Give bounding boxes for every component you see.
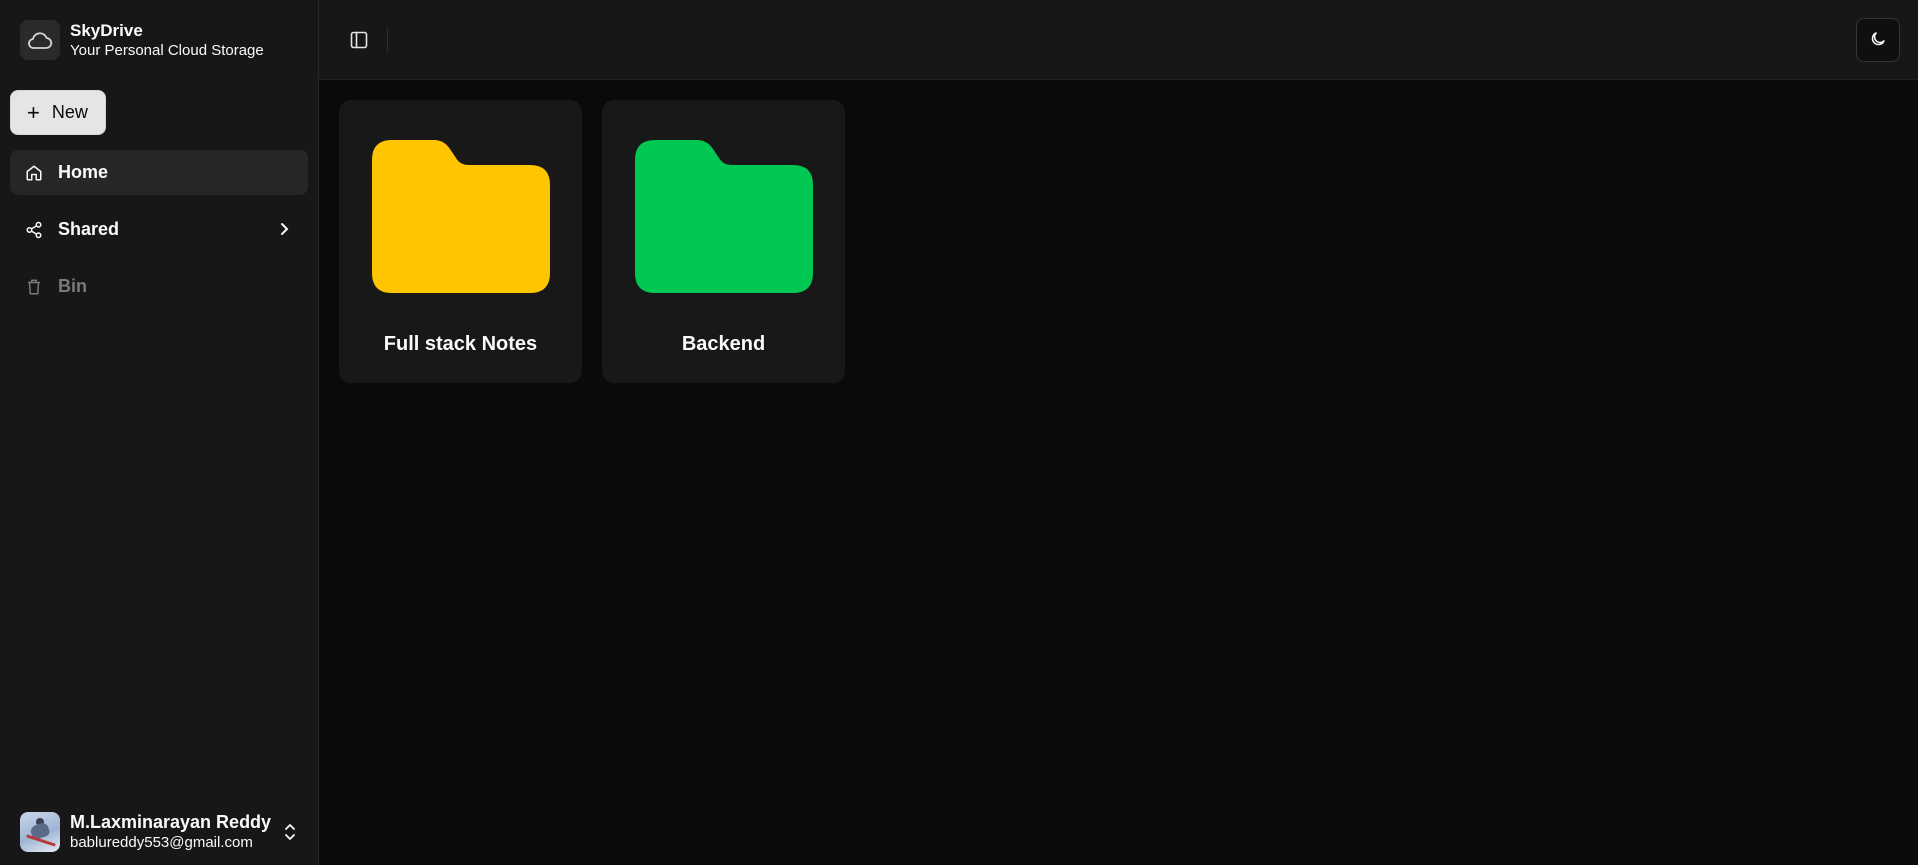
folder-grid: Full stack Notes Backend — [319, 80, 1918, 403]
chevron-right-icon — [276, 220, 292, 243]
moon-icon — [1869, 30, 1887, 51]
sidebar-nav: Home Shared Bin — [0, 150, 318, 321]
folder-card[interactable]: Full stack Notes — [339, 100, 582, 383]
brand[interactable]: SkyDrive Your Personal Cloud Storage — [0, 0, 318, 80]
sidebar-toggle-icon[interactable] — [343, 24, 375, 56]
new-button[interactable]: + New — [10, 90, 106, 135]
sidebar-item-home[interactable]: Home — [10, 150, 308, 195]
sidebar-item-label: Bin — [58, 276, 87, 296]
topbar — [319, 0, 1918, 80]
topbar-divider — [387, 27, 388, 52]
theme-toggle-button[interactable] — [1856, 18, 1900, 62]
new-button-label: New — [51, 102, 88, 122]
trash-icon — [24, 277, 44, 297]
folder-name: Backend — [681, 333, 766, 355]
main-area: Full stack Notes Backend — [319, 0, 1918, 865]
user-email: bablureddy553@gmail.com — [70, 833, 253, 851]
share-icon — [24, 220, 44, 240]
folder-icon — [634, 140, 813, 293]
sidebar-item-shared[interactable]: Shared — [10, 207, 308, 252]
avatar — [20, 812, 60, 852]
folder-icon — [371, 140, 550, 293]
chevrons-up-down-icon[interactable] — [280, 822, 300, 842]
plus-icon: + — [27, 99, 40, 125]
brand-name: SkyDrive — [70, 20, 143, 40]
sidebar-item-label: Home — [58, 162, 109, 182]
brand-tagline: Your Personal Cloud Storage — [70, 41, 264, 59]
cloud-icon — [20, 20, 60, 60]
home-icon — [24, 163, 44, 183]
folder-name: Full stack Notes — [383, 333, 538, 355]
folder-card[interactable]: Backend — [602, 100, 845, 383]
app-root: SkyDrive Your Personal Cloud Storage + N… — [0, 0, 1918, 865]
sidebar: SkyDrive Your Personal Cloud Storage + N… — [0, 0, 319, 865]
sidebar-item-label: Shared — [58, 219, 120, 239]
sidebar-item-bin[interactable]: Bin — [10, 264, 308, 309]
user-name: M.Laxminarayan Reddy — [70, 811, 272, 832]
user-menu[interactable]: M.Laxminarayan Reddy bablureddy553@gmail… — [20, 811, 300, 853]
